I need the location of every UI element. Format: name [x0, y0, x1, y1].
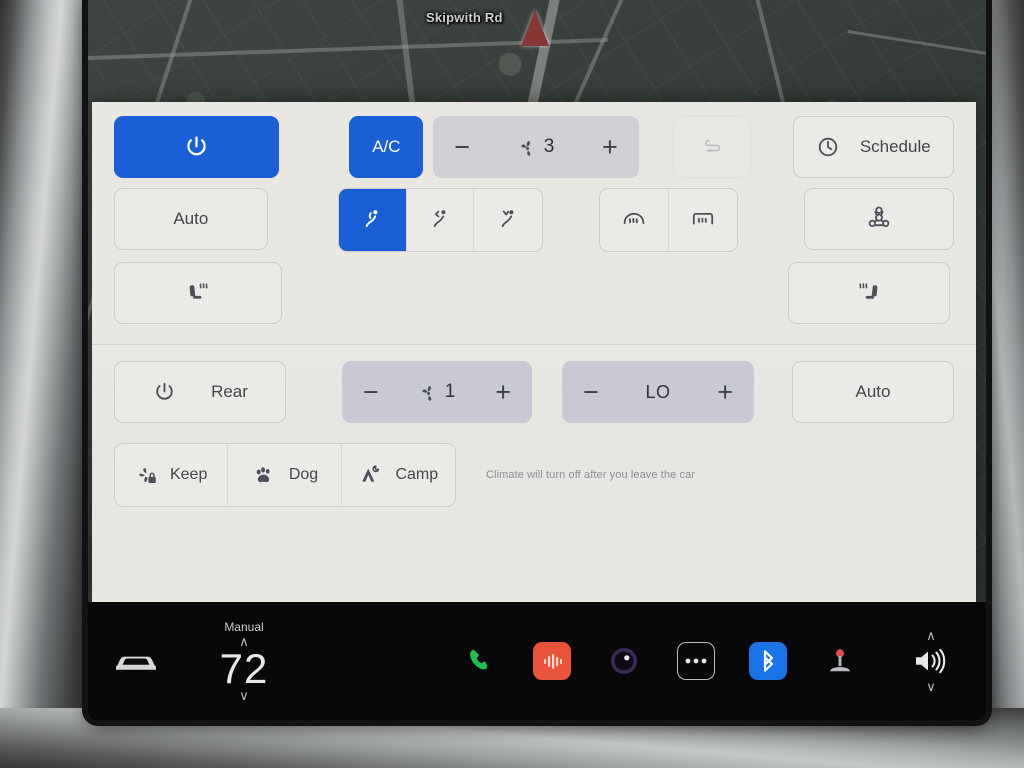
- fan-icon: [518, 138, 537, 157]
- rear-auto-button[interactable]: Auto: [792, 361, 954, 423]
- rear-fan-speed-stepper[interactable]: − 1 +: [342, 361, 532, 423]
- rear-temp-decrease-button[interactable]: −: [583, 378, 599, 406]
- power-icon: [152, 380, 177, 405]
- dashcam-app-button[interactable]: [588, 642, 660, 680]
- front-fan-speed-stepper[interactable]: − 3 +: [433, 116, 639, 178]
- arcade-app-button[interactable]: [804, 644, 876, 678]
- phone-app-button[interactable]: [444, 644, 516, 678]
- climate-keep-modes-group[interactable]: Keep Dog Camp: [114, 443, 456, 507]
- camp-label: Camp: [395, 466, 439, 483]
- heated-seat-left-icon: [181, 278, 215, 308]
- front-row-seat-heaters: [114, 262, 954, 324]
- climate-power-button[interactable]: [114, 116, 280, 178]
- tesla-touchscreen[interactable]: Skipwith Rd A/C − 3 + Schedule Auto Rear…: [88, 0, 986, 720]
- volume-down-button[interactable]: ∨: [926, 680, 936, 693]
- more-apps-button[interactable]: [660, 642, 732, 680]
- camp-mode-button[interactable]: Camp: [341, 444, 455, 506]
- rear-temp-value: LO: [645, 381, 671, 402]
- front-climate-section: A/C − 3 + Schedule Auto: [92, 102, 976, 338]
- schedule-label: Schedule: [859, 137, 931, 156]
- bluetooth-app-button[interactable]: [732, 642, 804, 680]
- temperature-quick-control[interactable]: Manual ∧ 72 ∨: [184, 620, 304, 703]
- bioweapon-defense-button[interactable]: [804, 188, 954, 250]
- temperature-down-button[interactable]: ∨: [239, 689, 249, 702]
- defrost-group[interactable]: [599, 188, 739, 252]
- front-auto-button[interactable]: Auto: [114, 188, 268, 250]
- windshield-defrost-icon[interactable]: [600, 189, 669, 251]
- power-icon: [183, 134, 210, 161]
- rear-auto-label: Auto: [855, 382, 891, 401]
- climate-mode-label: Manual: [224, 619, 264, 634]
- speaker-icon: [910, 646, 952, 676]
- airflow-face-icon[interactable]: [338, 189, 407, 251]
- biohazard-icon: [864, 204, 894, 234]
- more-apps-icon: [677, 642, 715, 680]
- ac-label: A/C: [372, 137, 401, 156]
- cabin-overheat-modes-row: Keep Dog Camp Climate will turn off afte…: [114, 443, 954, 507]
- dashboard-photo-background: Skipwith Rd A/C − 3 + Schedule Auto Rear…: [0, 0, 1024, 768]
- recirculate-icon: [700, 135, 724, 159]
- climate-off-note: Climate will turn off after you leave th…: [486, 469, 696, 481]
- clock-icon: [816, 135, 840, 159]
- fan-decrease-button[interactable]: −: [454, 133, 470, 161]
- media-icon: [533, 642, 571, 680]
- bottom-taskbar[interactable]: Manual ∧ 72 ∨ ∧ ∨: [88, 602, 986, 720]
- bluetooth-icon: [749, 642, 787, 680]
- navigation-arrow-marker: [521, 10, 549, 46]
- airflow-feet-icon[interactable]: [474, 189, 543, 251]
- rear-fan-value-group: 1: [419, 381, 456, 403]
- rear-fan-value: 1: [444, 381, 456, 402]
- keep-label: Keep: [169, 466, 208, 483]
- media-app-button[interactable]: [516, 642, 588, 680]
- dog-label: Dog: [288, 466, 319, 483]
- temperature-value: 72: [219, 644, 269, 692]
- rear-fan-decrease-button[interactable]: −: [363, 378, 379, 406]
- front-row-airflow: Auto: [114, 188, 954, 252]
- tent-icon: [358, 462, 384, 488]
- climate-control-panel[interactable]: A/C − 3 + Schedule Auto Rear − 1 + − LO …: [92, 102, 976, 602]
- heated-seat-right-icon: [852, 278, 886, 308]
- volume-up-button[interactable]: ∧: [926, 629, 936, 642]
- front-auto-label: Auto: [173, 209, 209, 228]
- dog-mode-button[interactable]: Dog: [228, 444, 342, 506]
- fan-icon: [419, 383, 438, 402]
- rear-climate-section: Rear − 1 + − LO + Auto Keep Dog Camp Cli…: [92, 345, 976, 517]
- airflow-face-feet-icon[interactable]: [406, 189, 475, 251]
- street-name-label: Skipwith Rd: [426, 10, 503, 25]
- fan-speed-value-group: 3: [518, 136, 555, 158]
- schedule-button[interactable]: Schedule: [792, 116, 955, 178]
- airflow-direction-group[interactable]: [337, 188, 544, 252]
- rear-fan-increase-button[interactable]: +: [495, 378, 511, 406]
- front-row-primary: A/C − 3 + Schedule: [114, 116, 955, 178]
- rear-row: Rear − 1 + − LO + Auto: [114, 361, 954, 423]
- volume-control[interactable]: ∧ ∨: [876, 629, 986, 693]
- rear-power-label: Rear: [211, 382, 248, 401]
- fan-increase-button[interactable]: +: [602, 133, 618, 161]
- screen-bezel-left: [0, 0, 96, 768]
- rear-temperature-stepper[interactable]: − LO +: [562, 361, 754, 423]
- keep-climate-on-button[interactable]: Keep: [115, 444, 229, 506]
- keep-climate-on-icon: [135, 463, 159, 487]
- driver-seat-heater-button[interactable]: [114, 262, 282, 324]
- arcade-joystick-icon: [823, 644, 857, 678]
- rear-defrost-icon[interactable]: [668, 189, 738, 251]
- ac-button[interactable]: A/C: [349, 116, 424, 178]
- vehicle-controls-button[interactable]: [88, 648, 184, 674]
- paw-icon: [251, 463, 276, 488]
- passenger-seat-heater-button[interactable]: [788, 262, 950, 324]
- recirculate-button[interactable]: [672, 116, 751, 178]
- fan-speed-value: 3: [543, 136, 555, 157]
- rear-power-button[interactable]: Rear: [114, 361, 286, 423]
- dashcam-icon: [605, 642, 643, 680]
- rear-temp-increase-button[interactable]: +: [717, 378, 733, 406]
- phone-icon: [463, 644, 497, 678]
- car-icon: [113, 648, 159, 674]
